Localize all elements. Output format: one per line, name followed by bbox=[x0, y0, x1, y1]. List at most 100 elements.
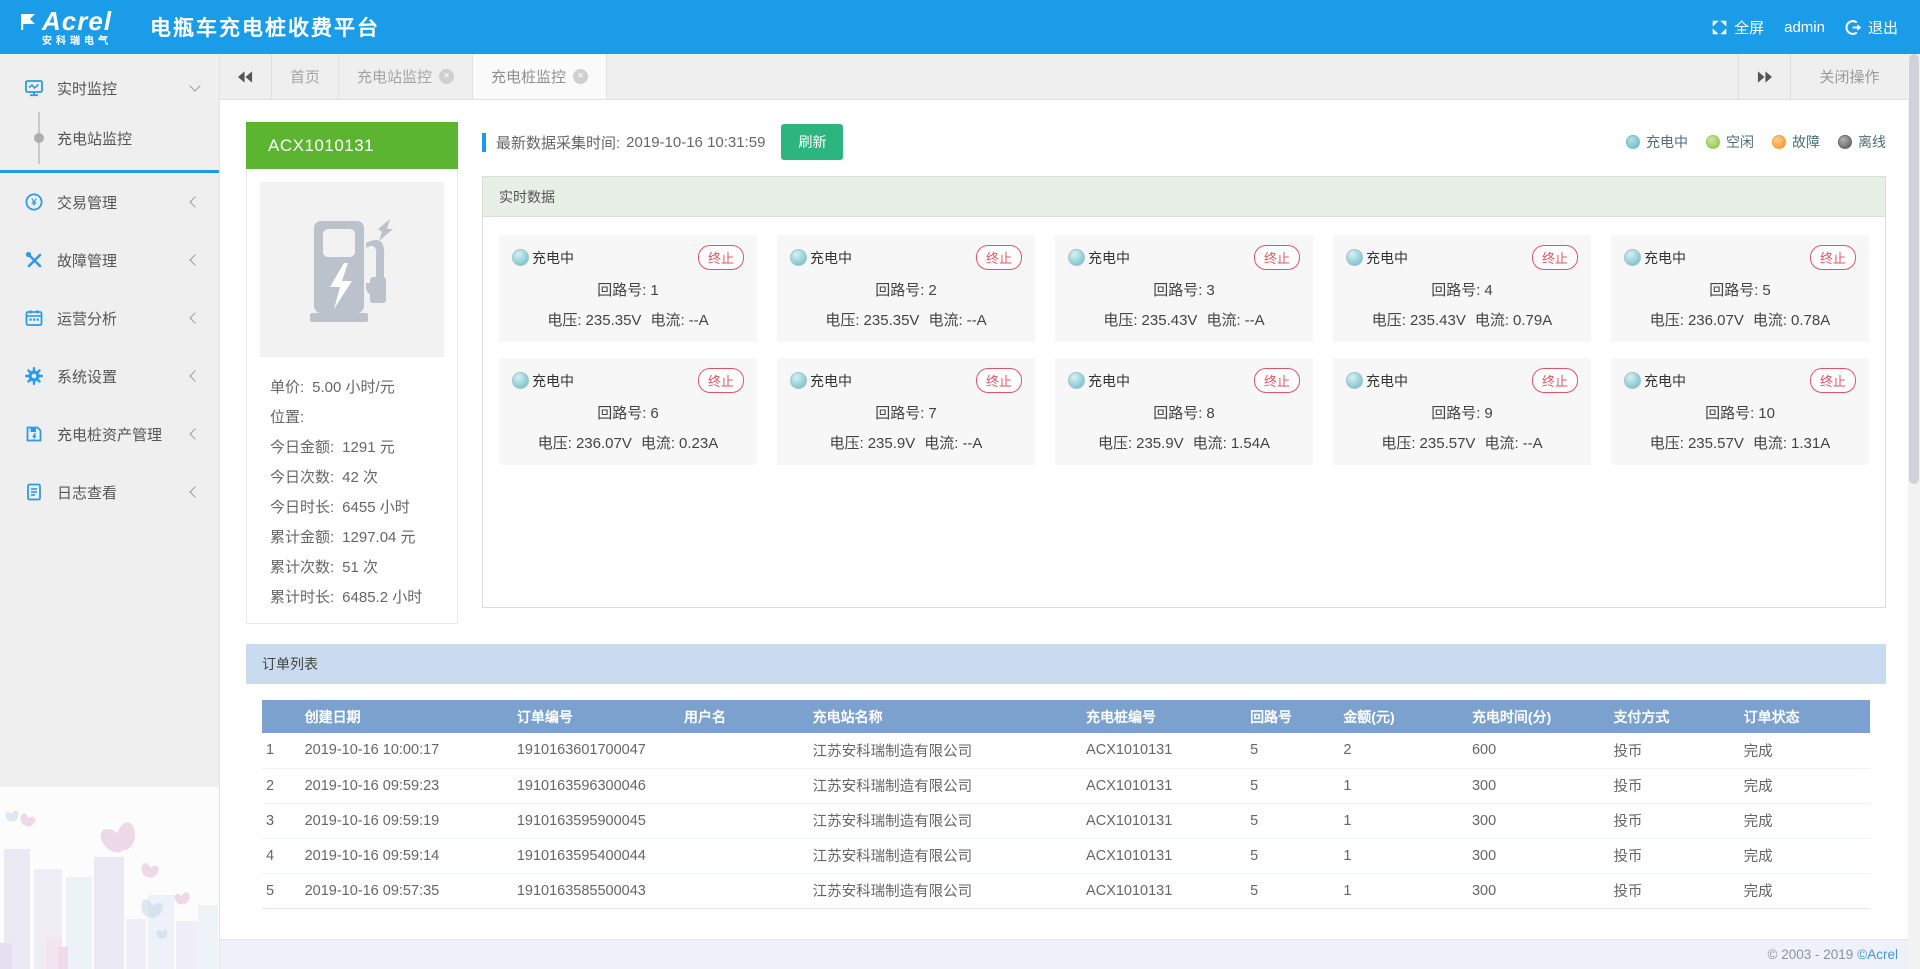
cityscape-decoration bbox=[0, 787, 219, 969]
logout-button[interactable]: 退出 bbox=[1845, 17, 1898, 38]
orders-col-header: 金额(元) bbox=[1339, 700, 1468, 733]
current-value: 0.78A bbox=[1791, 312, 1830, 329]
sidebar-item-0[interactable]: 实时监控 bbox=[0, 64, 219, 112]
sidebar-item-3[interactable]: 运营分析 bbox=[0, 289, 219, 347]
charging-status-dot bbox=[1624, 372, 1641, 389]
order-cell: 1 bbox=[1339, 768, 1468, 803]
circuit-card: 充电中终止回路号:5电压:236.07V电流:0.78A bbox=[1611, 235, 1869, 342]
current-label: 电流: bbox=[1484, 435, 1518, 452]
orders-col-header: 充电桩编号 bbox=[1082, 700, 1246, 733]
current-value: --A bbox=[689, 312, 709, 329]
sidebar-subitem[interactable]: 充电站监控 bbox=[0, 112, 219, 164]
tab-item[interactable]: 充电桩监控× bbox=[473, 54, 607, 99]
voltage-value: 235.9V bbox=[868, 435, 916, 452]
order-cell: 投币 bbox=[1609, 733, 1739, 768]
app-footer: © 2003 - 2019 ©Acrel bbox=[220, 939, 1920, 969]
scrollbar-track[interactable] bbox=[1908, 54, 1920, 969]
stat-label: 累计时长: bbox=[270, 586, 334, 607]
user-menu[interactable]: admin bbox=[1784, 19, 1825, 36]
voltage-label: 电压: bbox=[825, 312, 859, 329]
legend-label: 充电中 bbox=[1646, 132, 1688, 152]
order-row: 12019-10-16 10:00:171910163601700047江苏安科… bbox=[262, 733, 1870, 768]
sidebar-group: 日志查看 bbox=[0, 463, 219, 521]
terminate-button[interactable]: 终止 bbox=[1254, 245, 1300, 270]
sidebar-group: 充电桩资产管理 bbox=[0, 405, 219, 463]
tab-item[interactable]: 首页 bbox=[272, 54, 339, 99]
terminate-button[interactable]: 终止 bbox=[1254, 368, 1300, 393]
sidebar-item-label: 故障管理 bbox=[57, 250, 191, 271]
tabs-scroll-right-button[interactable] bbox=[1738, 54, 1790, 99]
circuit-label: 回路号: bbox=[1705, 405, 1754, 422]
tab-close-icon[interactable]: × bbox=[573, 69, 588, 84]
tab-item[interactable]: 充电站监控 × bbox=[339, 54, 473, 99]
chevron-left-icon bbox=[189, 254, 200, 265]
pile-stat-line: 累计时长:6485.2 小时 bbox=[270, 581, 438, 611]
circuit-label: 回路号: bbox=[1431, 282, 1480, 299]
voltage-value: 236.07V bbox=[1688, 312, 1744, 329]
order-cell: 1 bbox=[1339, 803, 1468, 838]
circuit-card: 充电中终止回路号:3电压:235.43V电流:--A bbox=[1055, 235, 1313, 342]
chevron-left-icon bbox=[189, 196, 200, 207]
realtime-panel-title: 实时数据 bbox=[483, 177, 1885, 217]
pile-stats: 单价:5.00 小时/元位置:今日金额:1291 元今日次数:42 次今日时长:… bbox=[260, 357, 444, 613]
stat-label: 累计次数: bbox=[270, 556, 334, 577]
order-cell: 完成 bbox=[1740, 873, 1870, 908]
acrel-link[interactable]: ©Acrel bbox=[1857, 947, 1898, 962]
current-value: --A bbox=[1523, 435, 1543, 452]
order-cell: 1 bbox=[1339, 873, 1468, 908]
charging-status-dot bbox=[512, 372, 529, 389]
terminate-button[interactable]: 终止 bbox=[698, 368, 744, 393]
username: admin bbox=[1784, 19, 1825, 36]
pile-card: ACX1010131 bbox=[246, 122, 458, 624]
pile-stat-line: 累计次数:51 次 bbox=[270, 551, 438, 581]
charging-status-dot bbox=[512, 249, 529, 266]
order-cell: 1 bbox=[1339, 838, 1468, 873]
voltage-current-line: 电压:235.9V电流:--A bbox=[790, 432, 1022, 453]
voltage-value: 235.43V bbox=[1410, 312, 1466, 329]
stat-value: 1297.04 元 bbox=[342, 526, 415, 547]
terminate-button[interactable]: 终止 bbox=[976, 245, 1022, 270]
order-cell: 投币 bbox=[1609, 803, 1739, 838]
stat-label: 今日次数: bbox=[270, 466, 334, 487]
terminate-button[interactable]: 终止 bbox=[698, 245, 744, 270]
sidebar-item-4[interactable]: 系统设置 bbox=[0, 347, 219, 405]
sidebar-group: 运营分析 bbox=[0, 289, 219, 347]
refresh-button[interactable]: 刷新 bbox=[781, 124, 843, 160]
circuit-number-line: 回路号:4 bbox=[1346, 279, 1578, 300]
sidebar-item-2[interactable]: 故障管理 bbox=[0, 231, 219, 289]
terminate-button[interactable]: 终止 bbox=[1532, 368, 1578, 393]
order-row: 42019-10-16 09:59:141910163595400044江苏安科… bbox=[262, 838, 1870, 873]
chevron-down-icon bbox=[189, 80, 200, 91]
terminate-button[interactable]: 终止 bbox=[1810, 368, 1856, 393]
log-icon bbox=[24, 482, 44, 502]
sidebar-item-label: 实时监控 bbox=[57, 78, 191, 99]
terminate-button[interactable]: 终止 bbox=[976, 368, 1022, 393]
sidebar-submenu: 充电站监控 bbox=[0, 112, 219, 164]
order-cell: 江苏安科瑞制造有限公司 bbox=[809, 733, 1082, 768]
scrollbar-thumb[interactable] bbox=[1909, 54, 1919, 484]
tab-label: 充电站监控 bbox=[357, 66, 432, 87]
terminate-button[interactable]: 终止 bbox=[1810, 245, 1856, 270]
chevron-left-icon bbox=[189, 428, 200, 439]
voltage-value: 235.35V bbox=[586, 312, 642, 329]
status-dot bbox=[1838, 135, 1852, 149]
order-cell: 1 bbox=[262, 733, 301, 768]
pile-stat-line: 今日次数:42 次 bbox=[270, 461, 438, 491]
order-cell: 2019-10-16 09:59:23 bbox=[301, 768, 513, 803]
sidebar-item-5[interactable]: 充电桩资产管理 bbox=[0, 405, 219, 463]
acrel-logo: Acrel 安科瑞电气 bbox=[18, 8, 112, 47]
sidebar-item-1[interactable]: ¥交易管理 bbox=[0, 173, 219, 231]
fullscreen-button[interactable]: 全屏 bbox=[1711, 17, 1764, 38]
voltage-current-line: 电压:235.43V电流:--A bbox=[1068, 309, 1300, 330]
terminate-button[interactable]: 终止 bbox=[1532, 245, 1578, 270]
orders-col-header: 用户名 bbox=[680, 700, 809, 733]
order-row: 52019-10-16 09:57:351910163585500043江苏安科… bbox=[262, 873, 1870, 908]
tabs-scroll-left-button[interactable] bbox=[220, 54, 272, 99]
voltage-value: 235.57V bbox=[1688, 435, 1744, 452]
sidebar-item-6[interactable]: 日志查看 bbox=[0, 463, 219, 521]
order-cell: 1910163595400044 bbox=[513, 838, 680, 873]
tab-close-icon[interactable]: × bbox=[439, 69, 454, 84]
voltage-current-line: 电压:235.9V电流:1.54A bbox=[1068, 432, 1300, 453]
close-operations-button[interactable]: 关闭操作 bbox=[1790, 54, 1908, 99]
voltage-label: 电压: bbox=[1098, 435, 1132, 452]
